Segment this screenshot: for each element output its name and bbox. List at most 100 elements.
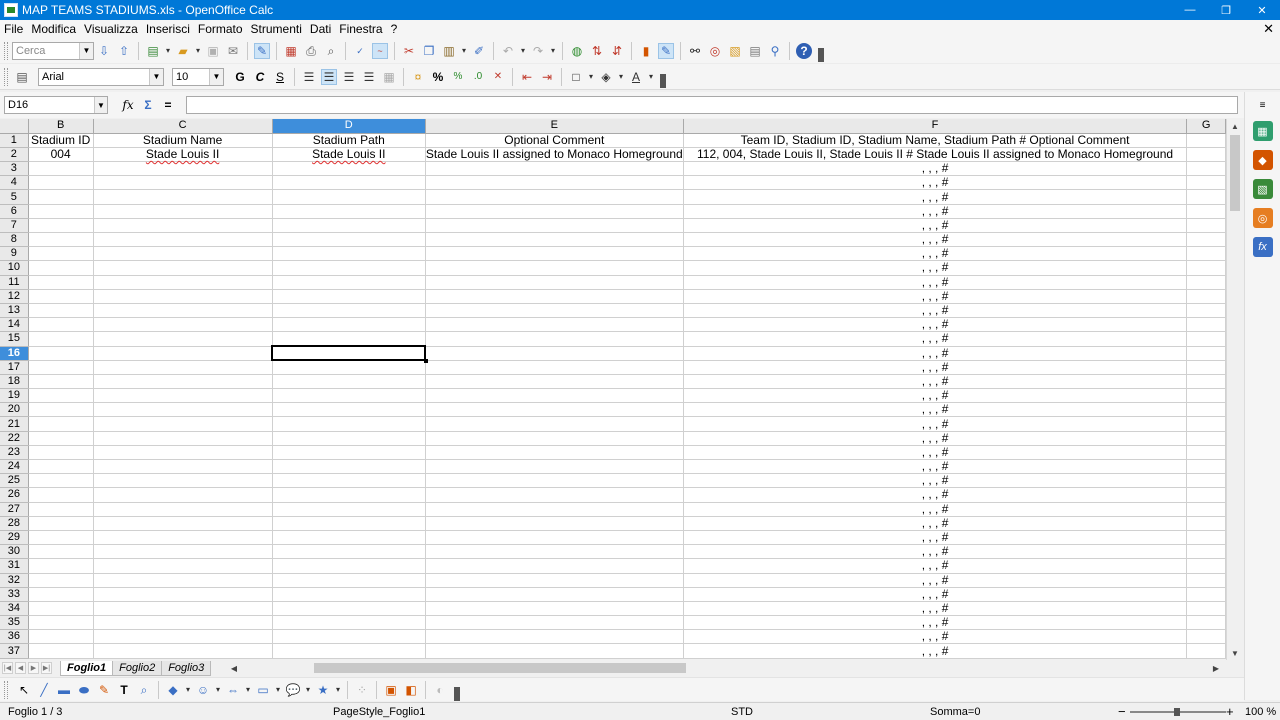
toolbar-grip[interactable]: [4, 67, 8, 86]
cell-b32[interactable]: [28, 573, 94, 588]
menu-modifica[interactable]: Modifica: [31, 22, 76, 36]
cell-c5[interactable]: [93, 189, 273, 205]
row-header[interactable]: 8: [0, 232, 29, 248]
cell-f8[interactable]: , , , #: [683, 232, 1188, 248]
basic-shapes-icon[interactable]: ◆: [165, 682, 181, 698]
chevron-down-icon[interactable]: ▾: [274, 682, 282, 698]
cell-d11[interactable]: [272, 275, 426, 290]
cell-b14[interactable]: [28, 317, 94, 333]
cell-c8[interactable]: [93, 232, 273, 248]
cell-d34[interactable]: [272, 601, 426, 617]
cell-f29[interactable]: , , , #: [683, 530, 1188, 546]
row-header[interactable]: 7: [0, 218, 29, 234]
chevron-down-icon[interactable]: ▾: [244, 682, 252, 698]
increase-indent-icon[interactable]: ⇥: [539, 69, 555, 85]
horizontal-scrollbar[interactable]: ◀ ▶: [226, 661, 1224, 675]
row-header[interactable]: 28: [0, 516, 29, 531]
cell-g4[interactable]: [1186, 175, 1226, 191]
font-name-select[interactable]: Arial ▼: [38, 67, 164, 86]
cell-f35[interactable]: , , , #: [683, 615, 1188, 631]
row-header[interactable]: 23: [0, 445, 29, 461]
hyperlink-icon[interactable]: ◍: [569, 43, 585, 59]
copy-icon[interactable]: ❐: [421, 43, 437, 59]
cell-f4[interactable]: , , , #: [683, 175, 1188, 191]
cell-e25[interactable]: [425, 473, 684, 489]
cell-g35[interactable]: [1186, 615, 1226, 631]
cell-d6[interactable]: [272, 204, 426, 219]
cell-e37[interactable]: [425, 643, 684, 659]
rectangle-icon[interactable]: ▬: [56, 682, 72, 698]
row-header[interactable]: 26: [0, 487, 29, 503]
edit-mode-icon[interactable]: ✎: [254, 42, 270, 59]
cell-g22[interactable]: [1186, 431, 1226, 446]
cell-d4[interactable]: [272, 175, 426, 191]
redo-icon[interactable]: ↷: [530, 43, 546, 59]
cell-g8[interactable]: [1186, 232, 1226, 248]
cell-c24[interactable]: [93, 459, 273, 475]
callouts-icon[interactable]: 💬: [285, 682, 301, 698]
menu-visualizza[interactable]: Visualizza: [84, 22, 138, 36]
cell-e32[interactable]: [425, 573, 684, 588]
page-preview-icon[interactable]: ⌕: [323, 43, 339, 59]
cell-d35[interactable]: [272, 615, 426, 631]
menu-inserisci[interactable]: Inserisci: [146, 22, 190, 36]
cell-c28[interactable]: [93, 516, 273, 531]
paste-icon[interactable]: ▥: [441, 43, 457, 59]
open-folder-icon[interactable]: ▰: [175, 43, 191, 59]
scroll-down-icon[interactable]: ▼: [1227, 646, 1243, 660]
cell-g11[interactable]: [1186, 275, 1226, 290]
cell-d21[interactable]: [272, 416, 426, 432]
cell-b36[interactable]: [28, 629, 94, 645]
cell-f10[interactable]: , , , #: [683, 260, 1188, 276]
cell-c7[interactable]: [93, 218, 273, 234]
font-color-icon[interactable]: A: [628, 69, 644, 85]
chevron-down-icon[interactable]: ▾: [214, 682, 222, 698]
cell-c32[interactable]: [93, 573, 273, 588]
cell-d16[interactable]: [271, 344, 428, 363]
cell-d27[interactable]: [272, 502, 426, 517]
cell-d7[interactable]: [272, 218, 426, 234]
sort-descending-icon[interactable]: ⇵: [609, 43, 625, 59]
export-pdf-icon[interactable]: ▦: [283, 43, 299, 59]
chevron-down-icon[interactable]: ▾: [164, 43, 172, 59]
row-header[interactable]: 2: [0, 147, 29, 163]
cell-c34[interactable]: [93, 601, 273, 617]
cell-c27[interactable]: [93, 502, 273, 517]
row-header[interactable]: 36: [0, 629, 29, 645]
tab-foglio2[interactable]: Foglio2: [112, 660, 163, 676]
row-header[interactable]: 25: [0, 473, 29, 489]
delete-decimal-icon[interactable]: ✕: [490, 69, 506, 85]
freeform-icon[interactable]: ✎: [96, 682, 112, 698]
cell-g32[interactable]: [1186, 573, 1226, 588]
cell-b10[interactable]: [28, 260, 94, 276]
navigator-icon[interactable]: ◎: [1252, 208, 1273, 228]
cell-g31[interactable]: [1186, 558, 1226, 574]
cell-f2[interactable]: 112, 004, Stade Louis II, Stade Louis II…: [683, 147, 1188, 163]
cell-f16[interactable]: , , , #: [683, 346, 1188, 361]
chevron-down-icon[interactable]: ▼: [149, 68, 163, 85]
cell-f33[interactable]: , , , #: [683, 587, 1188, 602]
toolbar-overflow[interactable]: [818, 47, 824, 62]
merge-cells-icon[interactable]: ▦: [381, 69, 397, 85]
chevron-down-icon[interactable]: ▾: [460, 43, 468, 59]
chevron-down-icon[interactable]: ▾: [194, 43, 202, 59]
scroll-left-icon[interactable]: ◀: [228, 661, 240, 675]
chevron-down-icon[interactable]: ▼: [94, 97, 107, 113]
cell-c18[interactable]: [93, 374, 273, 390]
autospellcheck-icon[interactable]: ~: [372, 42, 388, 59]
cell-g14[interactable]: [1186, 317, 1226, 333]
cell-d14[interactable]: [272, 317, 426, 333]
cell-g18[interactable]: [1186, 374, 1226, 390]
cell-d10[interactable]: [272, 260, 426, 276]
cell-e23[interactable]: [425, 445, 684, 461]
cell-c33[interactable]: [93, 587, 273, 602]
cell-b34[interactable]: [28, 601, 94, 617]
cell-g13[interactable]: [1186, 303, 1226, 319]
row-header[interactable]: 21: [0, 416, 29, 432]
cell-g23[interactable]: [1186, 445, 1226, 461]
sidebar-menu-icon[interactable]: ≡: [1260, 100, 1266, 111]
cell-b23[interactable]: [28, 445, 94, 461]
menu-file[interactable]: File: [4, 22, 23, 36]
cell-f24[interactable]: , , , #: [683, 459, 1188, 475]
cell-g16[interactable]: [1186, 346, 1226, 361]
